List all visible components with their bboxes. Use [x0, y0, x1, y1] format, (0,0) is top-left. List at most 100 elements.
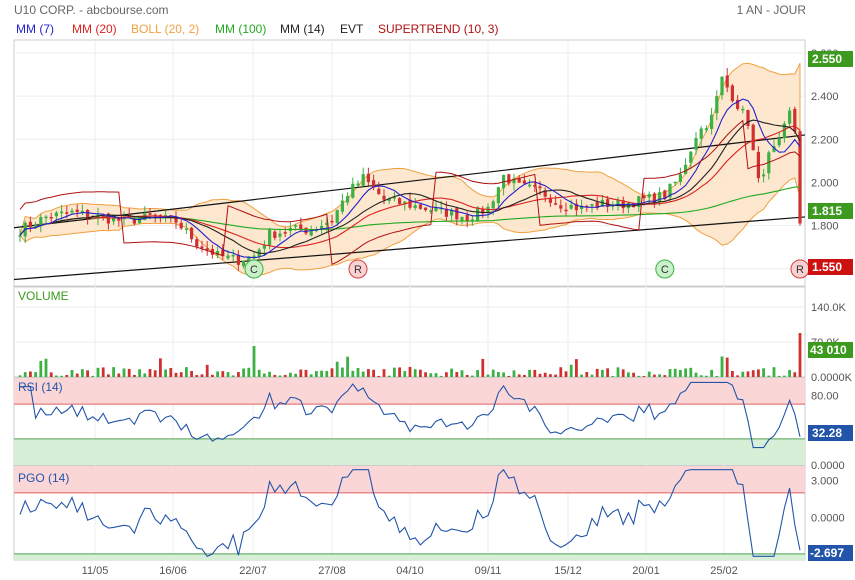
volume-bar: [673, 368, 677, 377]
volume-bar: [174, 372, 178, 377]
volume-bar: [179, 372, 183, 377]
volume-bar: [341, 367, 344, 377]
candle-body: [398, 198, 402, 205]
volume-tick-label: 140.0K: [811, 302, 847, 314]
volume-bar: [710, 369, 713, 377]
last-price-badge-text: 1.815: [812, 204, 842, 218]
volume-bar: [658, 374, 661, 377]
volume-bar: [715, 375, 719, 377]
volume-bar: [273, 374, 277, 377]
volume-bar: [247, 367, 251, 377]
last-price-badge: 1.815: [808, 203, 853, 219]
volume-bar: [23, 372, 27, 377]
candle-body: [44, 216, 48, 219]
price-tick-label: 2.200: [811, 134, 839, 146]
volume-bar: [512, 370, 516, 377]
candle-body: [694, 138, 698, 150]
volume-bar: [29, 371, 32, 377]
volume-bar: [580, 374, 583, 377]
legend-mm20: MM (20): [72, 22, 117, 36]
volume-bar: [419, 369, 422, 377]
volume-bar: [372, 369, 375, 377]
candle-body: [751, 124, 755, 151]
volume-bar: [320, 370, 323, 377]
volume-bar: [315, 371, 318, 377]
volume-bar: [601, 369, 604, 377]
volume-bar: [268, 371, 271, 377]
volume-bar: [289, 372, 292, 377]
volume-bar: [616, 367, 620, 377]
volume-bar: [684, 368, 687, 377]
legend-mm100: MM (100): [215, 22, 266, 36]
upper-badge: 2.550: [808, 51, 853, 67]
candle-body: [538, 186, 542, 189]
candle-body: [413, 205, 417, 209]
volume-bar: [377, 375, 381, 377]
rsi-badge: 32.28: [808, 425, 853, 441]
volume-bar: [564, 371, 568, 377]
volume-bar: [439, 375, 443, 377]
volume-bar: [263, 373, 266, 377]
legend-mm7: MM (7): [16, 22, 54, 36]
candle-body: [346, 196, 350, 203]
candle-body: [741, 108, 745, 111]
volume-bar: [34, 372, 37, 377]
volume-bar: [361, 371, 365, 377]
candle-body: [460, 216, 464, 221]
candle-body: [184, 228, 188, 230]
x-tick-label: 15/12: [554, 565, 582, 577]
volume-bar: [751, 370, 755, 377]
candle-body: [34, 225, 38, 227]
signal-marker-label: C: [250, 264, 258, 276]
candle-body: [226, 255, 230, 259]
volume-bar: [538, 373, 542, 377]
volume-bar: [211, 374, 214, 377]
volume-bar: [65, 374, 69, 377]
volume-bar: [91, 375, 95, 377]
volume-bar: [216, 371, 219, 377]
x-tick-label: 04/10: [396, 565, 424, 577]
volume-bar: [471, 375, 474, 377]
volume-bar: [75, 373, 79, 377]
candle-body: [642, 195, 646, 199]
pgo-badge: -2.697: [808, 545, 853, 561]
volume-bar: [741, 371, 745, 377]
volume-bar: [382, 369, 386, 377]
volume-bar: [351, 370, 355, 377]
volume-bar: [190, 371, 193, 377]
volume-bar: [101, 367, 105, 377]
candle-body: [465, 215, 469, 221]
candle-body: [569, 204, 573, 209]
volume-bar: [434, 373, 438, 377]
volume-bar: [736, 375, 739, 377]
rsi-oversold-zone: [14, 438, 805, 465]
candle-body: [195, 239, 199, 247]
volume-bar: [408, 366, 412, 377]
candle-body: [496, 187, 500, 204]
price-tick-label: 2.000: [811, 177, 839, 189]
candle-body: [148, 213, 152, 215]
candle-body: [491, 201, 495, 209]
chart-period: 1 AN - JOUR: [737, 3, 807, 17]
candle-body: [590, 204, 594, 206]
pgo-badge-text: -2.697: [810, 546, 844, 560]
volume-bar: [554, 374, 557, 377]
candle-body: [715, 96, 719, 114]
volume-bar: [252, 346, 256, 377]
volume-bar: [647, 371, 651, 377]
volume-bar: [767, 375, 771, 377]
candle-body: [356, 183, 360, 186]
volume-bar: [257, 369, 261, 377]
rsi-tick-label: 80.00: [811, 390, 839, 402]
volume-bar: [720, 356, 724, 377]
candle-body: [720, 76, 724, 96]
volume-bar: [86, 370, 89, 377]
signal-marker-label: C: [661, 264, 669, 276]
volume-bar: [762, 368, 765, 377]
volume-bar: [606, 368, 609, 377]
volume-bar: [138, 369, 141, 377]
candle-body: [75, 209, 79, 213]
candle-body: [278, 233, 282, 237]
rsi-badge-text: 32.28: [812, 426, 842, 440]
volume-bar: [481, 358, 485, 377]
